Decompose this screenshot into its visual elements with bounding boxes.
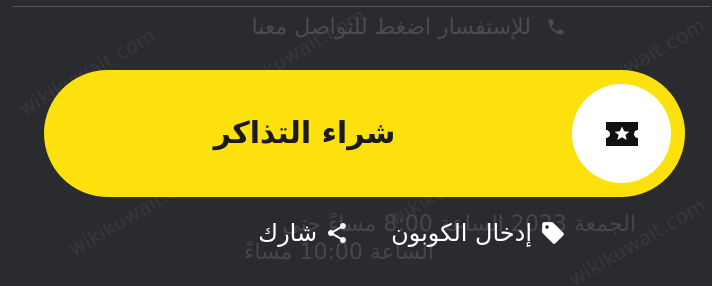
enter-coupon-label: إدخال الكوبون xyxy=(391,219,532,247)
enter-coupon-button[interactable]: إدخال الكوبون xyxy=(391,219,566,247)
contact-text: للإستفسار اضغط للتواصل معنا xyxy=(251,14,531,40)
watermark: wikikuwait.com xyxy=(564,193,710,286)
phone-icon xyxy=(545,16,567,38)
tag-icon xyxy=(540,220,566,246)
ticket-icon-circle xyxy=(572,84,671,183)
contact-link[interactable]: للإستفسار اضغط للتواصل معنا xyxy=(252,10,567,44)
share-label: شارك xyxy=(258,219,318,247)
share-icon xyxy=(325,221,349,245)
buy-tickets-button[interactable]: شراء التذاكر xyxy=(44,70,685,197)
buy-tickets-label: شراء التذاكر xyxy=(213,116,396,151)
share-button[interactable]: شارك xyxy=(258,219,349,247)
top-divider xyxy=(12,6,710,7)
event-actions-panel: wikikuwait.com wikikuwait.com wikikuwait… xyxy=(0,0,712,286)
action-row: إدخال الكوبون شارك xyxy=(258,216,566,250)
ticket-icon xyxy=(604,120,640,148)
